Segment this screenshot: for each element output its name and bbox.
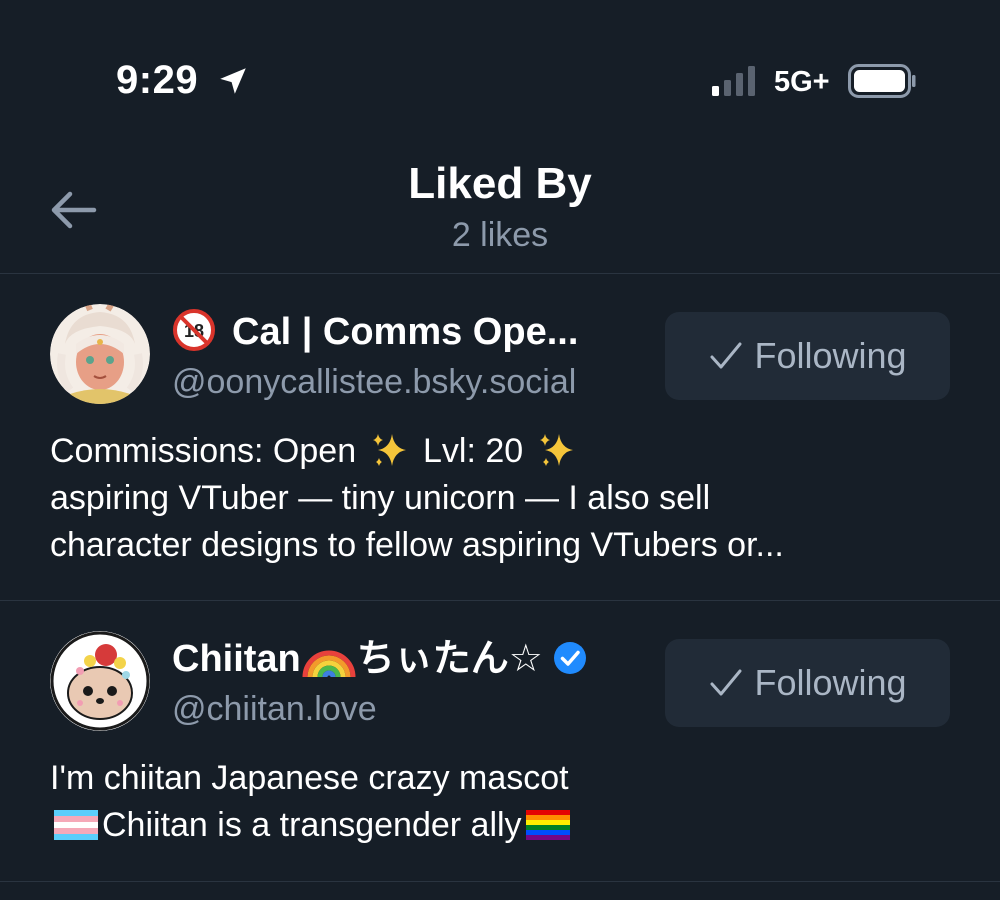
display-name[interactable]: Chiitan ちぃたん☆	[172, 635, 587, 683]
verified-check-icon	[553, 642, 586, 674]
battery-icon	[848, 64, 916, 98]
bio: Commissions: Open Lvl: 20 aspiring VTube…	[50, 428, 950, 569]
bio-line: character designs to fellow aspiring VTu…	[50, 526, 784, 564]
bio: I'm chiitan Japanese crazy mascot Chiita…	[50, 755, 950, 849]
check-icon	[710, 669, 742, 696]
bio-line: Commissions: Open Lvl: 20	[50, 428, 950, 475]
status-bar: 9:29 5G+	[0, 0, 1000, 150]
page-title: Liked By	[408, 159, 592, 208]
bio-text: Lvl: 20	[423, 432, 524, 470]
following-button[interactable]: Following	[665, 639, 950, 727]
list-item[interactable]: Chiitan ちぃたん☆ @chiitan.love Following I'…	[0, 601, 1000, 882]
check-icon	[710, 342, 742, 369]
signal-icon	[712, 66, 755, 96]
following-label: Following	[754, 335, 907, 376]
handle[interactable]: @chiitan.love	[172, 687, 377, 731]
bio-text: Chiitan is a transgender ally	[102, 806, 522, 844]
avatar[interactable]	[50, 304, 150, 404]
network-label: 5G+	[774, 66, 830, 98]
likes-count: 2 likes	[451, 216, 549, 254]
following-button[interactable]: Following	[665, 312, 950, 400]
sparkles-icon	[539, 434, 573, 466]
adult-18-badge-icon: 18	[173, 309, 215, 351]
status-time: 9:29	[116, 58, 199, 102]
list-item[interactable]: 18 Cal | Comms Ope... @oonycallistee.bsk…	[0, 274, 1000, 601]
transgender-flag-icon	[54, 810, 98, 840]
bio-text: Commissions: Open	[50, 432, 357, 470]
bio-line: Chiitan is a transgender ally	[50, 802, 950, 849]
bio-line: aspiring VTuber — tiny unicorn — I also …	[50, 479, 711, 517]
handle[interactable]: @oonycallistee.bsky.social	[172, 360, 576, 404]
sparkles-icon	[372, 434, 406, 466]
bio-line: I'm chiitan Japanese crazy mascot	[50, 759, 569, 797]
display-name-text: Cal | Comms Ope...	[232, 311, 579, 353]
header: Liked By 2 likes	[0, 150, 1000, 274]
pride-flag-icon	[525, 810, 570, 840]
location-arrow-icon	[220, 68, 246, 94]
display-name-suffix: ちぃたん☆	[356, 638, 543, 680]
rainbow-icon	[302, 650, 356, 678]
display-name[interactable]: 18 Cal | Comms Ope...	[172, 308, 578, 356]
following-label: Following	[754, 662, 907, 703]
display-name-text: Chiitan	[172, 638, 301, 680]
avatar[interactable]	[50, 631, 150, 731]
